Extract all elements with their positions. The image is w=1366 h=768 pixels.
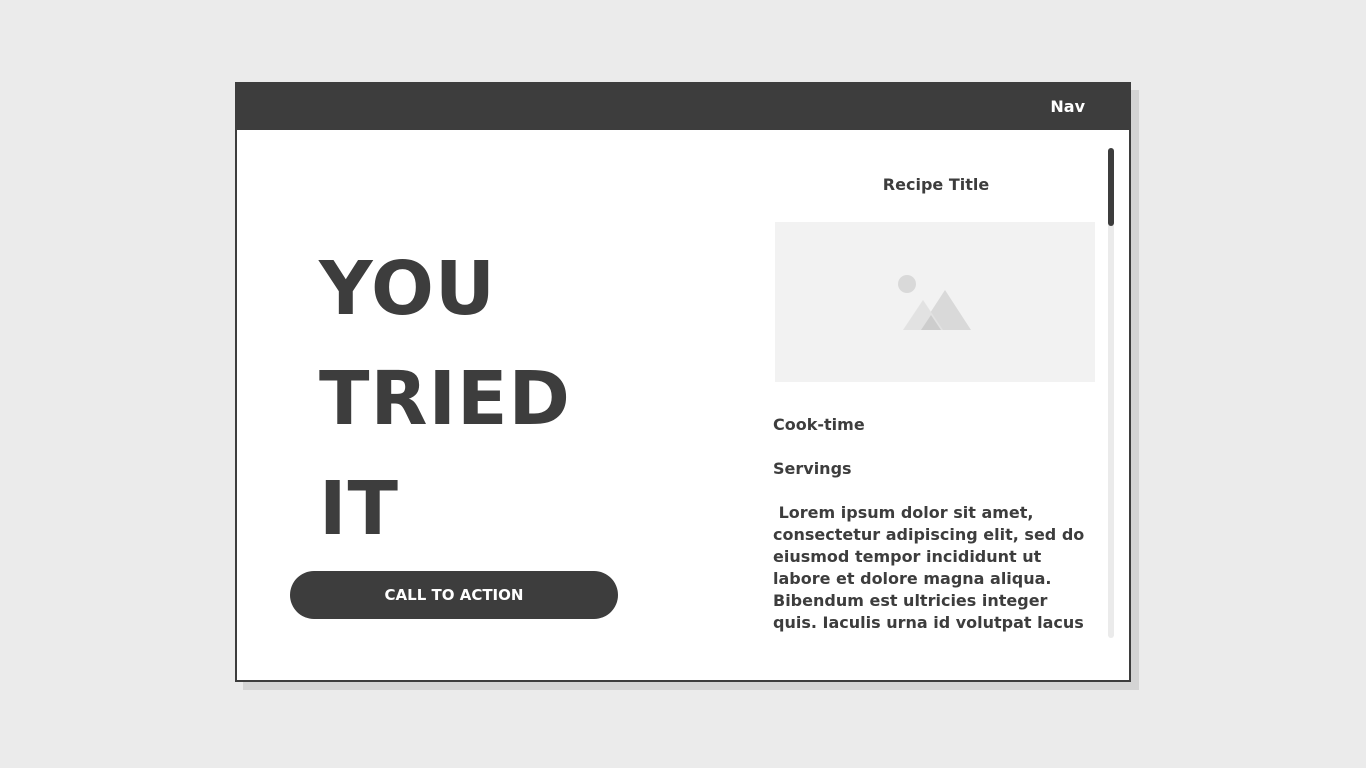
nav-link[interactable]: Nav [1050, 97, 1085, 117]
hero-heading: YOU TRIED IT [319, 234, 699, 564]
recipe-panel: Recipe Title Cook-time Servings Lorem ip… [773, 148, 1103, 638]
cook-time-label: Cook-time [773, 415, 865, 434]
call-to-action-button[interactable]: CALL TO ACTION [290, 571, 618, 619]
image-placeholder-icon [898, 275, 971, 330]
recipe-description: Lorem ipsum dolor sit amet, consectetur … [773, 503, 1085, 638]
nav-bar: Nav [237, 84, 1129, 130]
hero-line-2: TRIED [319, 356, 571, 442]
recipe-image [775, 222, 1095, 382]
app-window: Nav YOU TRIED IT CALL TO ACTION Recipe T… [235, 82, 1131, 682]
scrollbar[interactable] [1108, 148, 1114, 638]
hero-line-1: YOU [319, 246, 496, 332]
recipe-title: Recipe Title [882, 175, 990, 194]
scrollbar-thumb[interactable] [1108, 148, 1114, 226]
hero-line-3: IT [319, 466, 400, 552]
servings-label: Servings [773, 459, 852, 478]
